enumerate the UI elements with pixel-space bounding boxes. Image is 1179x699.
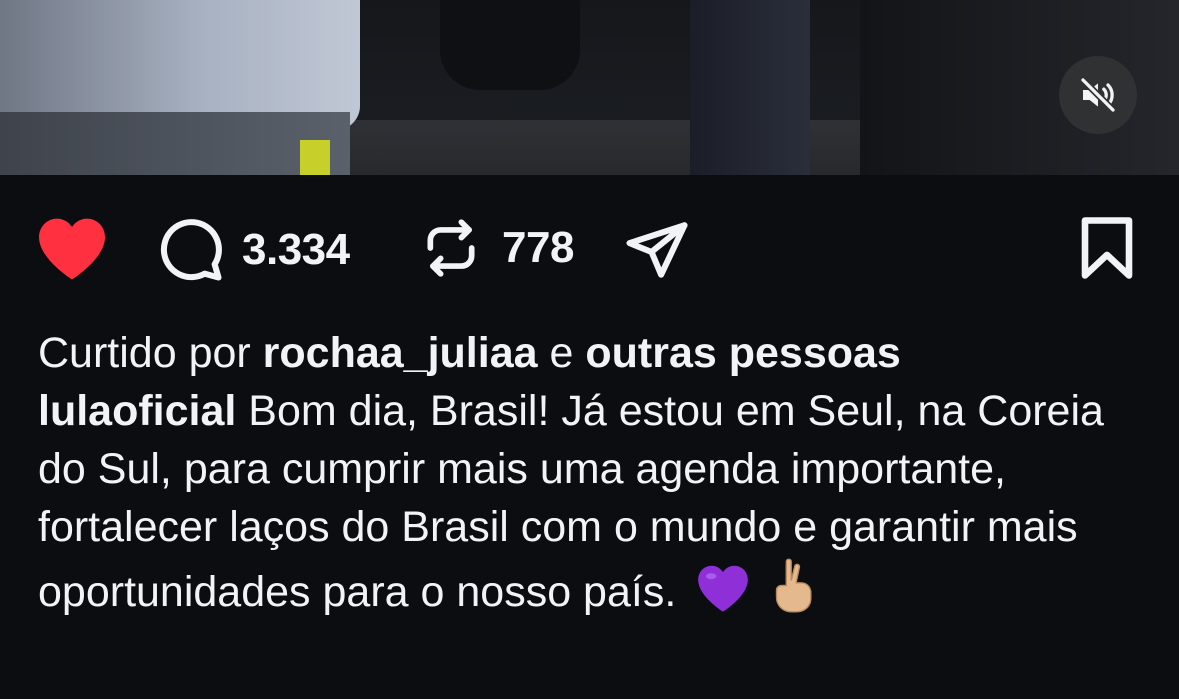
video-frame-yellow-strap [300, 140, 330, 175]
video-frame-person-left [0, 0, 360, 130]
comment-bubble-icon [160, 219, 222, 281]
caption-username-link[interactable]: lulaoficial [38, 387, 236, 435]
crossed-fingers-emoji [770, 556, 816, 629]
video-frame-person-left-lower [0, 112, 350, 175]
post-video[interactable] [0, 0, 1179, 175]
save-button[interactable] [1078, 215, 1136, 281]
post-caption: lulaoficial Bom dia, Brasil! Já estou em… [38, 382, 1158, 629]
crossed-fingers-icon [776, 558, 812, 613]
heart-filled-icon [39, 218, 105, 280]
post-text-area: Curtido por rochaa_juliaa e outras pesso… [38, 324, 1158, 629]
liked-by-connector: e [549, 329, 574, 377]
paper-plane-icon [626, 222, 688, 278]
like-button[interactable] [36, 215, 108, 281]
liked-by-others-link[interactable]: outras pessoas [585, 329, 900, 377]
comment-count: 3.334 [242, 225, 350, 274]
repost-button[interactable]: 778 [420, 217, 574, 279]
bookmark-icon [1081, 217, 1133, 279]
purple-heart-icon [698, 565, 749, 612]
speaker-muted-icon [1079, 76, 1117, 114]
liked-by-user-link[interactable]: rochaa_juliaa [263, 329, 538, 377]
comment-button[interactable]: 3.334 [158, 217, 350, 283]
video-frame-dark-figure [440, 0, 580, 90]
share-button[interactable] [624, 217, 690, 283]
repost-arrows-icon [427, 219, 475, 277]
video-frame-person-right-legs [690, 0, 810, 175]
liked-by-line: Curtido por rochaa_juliaa e outras pesso… [38, 324, 1158, 382]
purple-heart-emoji [694, 562, 752, 629]
post-action-bar: 3.334 778 [0, 205, 1179, 295]
mute-button[interactable] [1059, 56, 1137, 134]
liked-by-prefix: Curtido por [38, 329, 251, 377]
repost-count: 778 [502, 223, 574, 272]
